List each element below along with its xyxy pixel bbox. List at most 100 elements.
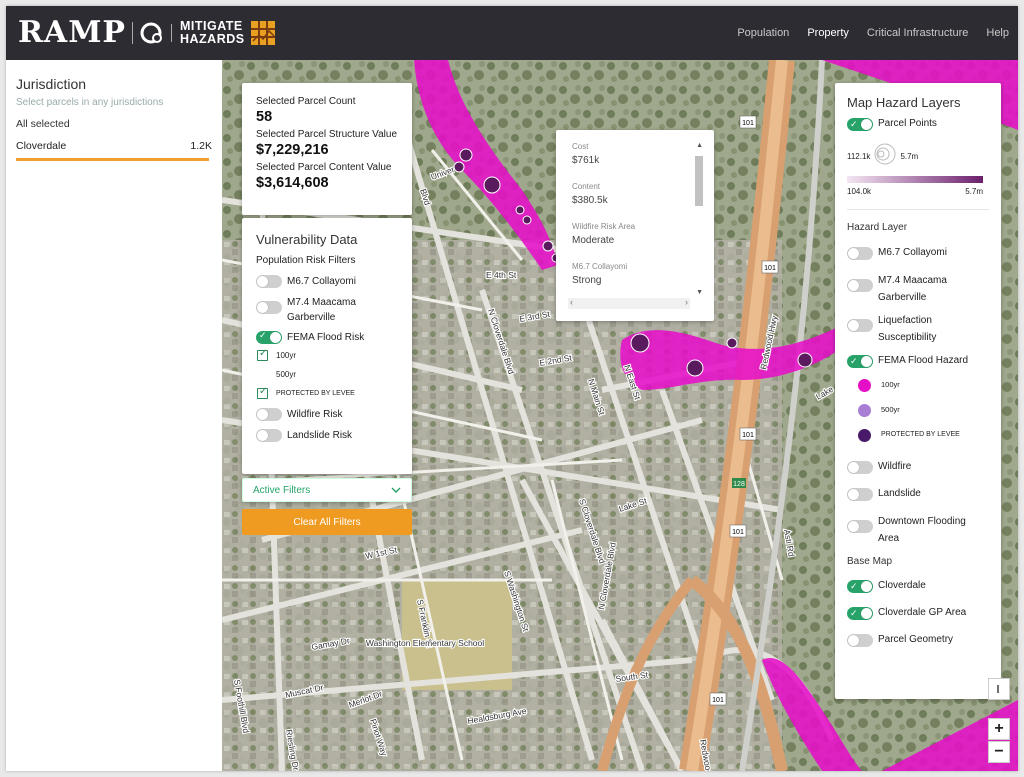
filter-wildfire[interactable]: Wildfire Risk — [256, 408, 398, 421]
nav-critical-infrastructure[interactable]: Critical Infrastructure — [867, 27, 968, 39]
population-risk-filters-label: Population Risk Filters — [256, 255, 356, 266]
scroll-down-icon[interactable]: ▼ — [696, 289, 703, 296]
parcel-point[interactable] — [483, 176, 501, 194]
layer-wildfire[interactable]: Wildfire — [847, 460, 989, 474]
parcel-point[interactable] — [542, 240, 554, 252]
fema-toggle[interactable] — [256, 330, 282, 344]
ramp-logo-text: RAMP — [18, 15, 126, 50]
all-selected-label[interactable]: All selected — [16, 118, 212, 130]
parcel-point[interactable] — [459, 148, 473, 162]
layer-liquefaction[interactable]: Liquefaction Susceptibility — [847, 312, 989, 346]
popup-label: M6.7 Collayomi — [572, 262, 628, 271]
popup-field-m67: M6.7 Collayomi Strong — [572, 262, 698, 286]
popup-label: Cost — [572, 142, 589, 151]
structure-value-label: Selected Parcel Structure Value — [256, 129, 398, 140]
layer-downtown-flooding[interactable]: Downtown Flooding Area — [847, 513, 989, 547]
m67-layer-label: M6.7 Collayomi — [878, 247, 947, 258]
legend-levee: PROTECTED BY LEVEE — [847, 428, 989, 442]
500yr-checkbox[interactable] — [257, 369, 268, 380]
jurisdiction-item-cloverdale[interactable]: Cloverdale 1.2K — [16, 140, 212, 152]
filter-500yr[interactable]: 500yr — [256, 369, 398, 380]
parcel-point[interactable] — [453, 161, 465, 173]
m74-line2: Garberville — [878, 292, 927, 303]
layer-landslide[interactable]: Landslide — [847, 487, 989, 501]
filter-levee[interactable]: PROTECTED BY LEVEE — [256, 386, 398, 399]
filter-fema[interactable]: FEMA Flood Risk — [256, 330, 398, 344]
parcel-point[interactable] — [522, 215, 532, 225]
parcel-point[interactable] — [515, 205, 525, 215]
parcel-point[interactable] — [726, 337, 738, 349]
m67-layer-toggle[interactable] — [847, 246, 873, 260]
active-filters-dropdown[interactable]: Active Filters — [242, 478, 412, 502]
scroll-left-icon[interactable]: ‹ — [570, 297, 573, 307]
wildfire-toggle[interactable] — [256, 408, 282, 421]
100yr-checkbox[interactable] — [257, 348, 268, 361]
parcel-points-toggle[interactable] — [847, 117, 873, 131]
zoom-out-button[interactable]: − — [988, 741, 1010, 763]
parcel-info-popup: Cost $761k Content $380.5k Wildfire Risk… — [556, 130, 714, 321]
layer-cloverdale-gp[interactable]: Cloverdale GP Area — [847, 606, 989, 620]
jurisdiction-sidebar: Jurisdiction Select parcels in any juris… — [6, 60, 222, 771]
landslide-toggle[interactable] — [256, 429, 282, 442]
nav-population[interactable]: Population — [737, 27, 789, 39]
logo-divider — [131, 22, 133, 44]
levee-checkbox[interactable] — [257, 386, 268, 399]
filter-landslide[interactable]: Landslide Risk — [256, 429, 398, 442]
zoom-in-button[interactable]: + — [988, 718, 1010, 740]
layer-cloverdale[interactable]: Cloverdale — [847, 579, 989, 593]
fema-flood-label: FEMA Flood Hazard — [878, 355, 969, 366]
product-name: MITIGATE HAZARDS — [180, 20, 245, 46]
parcel-point[interactable] — [797, 352, 813, 368]
parcel-geometry-toggle[interactable] — [847, 633, 873, 647]
main-nav: Population Property Critical Infrastruct… — [728, 6, 1018, 60]
parcel-point-selected[interactable] — [630, 333, 650, 353]
fema-flood-toggle[interactable] — [847, 354, 873, 368]
scroll-right-icon[interactable]: › — [685, 297, 688, 307]
popup-vertical-scrollbar[interactable]: ▲ ▼ — [694, 142, 704, 296]
filter-m74[interactable]: M7.4 Maacama Garberville — [256, 295, 398, 325]
clear-all-filters-button[interactable]: Clear All Filters — [242, 509, 412, 535]
brand-logo[interactable]: RAMP MITIGATE HAZARDS — [18, 15, 276, 51]
jurisdiction-item-count: 1.2K — [190, 140, 212, 152]
product-name-line2: HAZARDS — [179, 32, 245, 46]
filter-100yr[interactable]: 100yr — [256, 348, 398, 361]
legend-500yr: 500yr — [847, 403, 989, 417]
layer-parcel-geometry[interactable]: Parcel Geometry — [847, 633, 989, 647]
cloverdale-gp-toggle[interactable] — [847, 606, 873, 620]
parcel-point[interactable] — [686, 359, 704, 377]
chevron-down-icon — [391, 485, 401, 496]
m67-toggle[interactable] — [256, 275, 282, 288]
landslide-layer-toggle[interactable] — [847, 487, 873, 501]
levee-swatch — [858, 428, 871, 442]
route-101-shield-label: 101 — [712, 697, 724, 704]
legend-100yr: 100yr — [847, 378, 989, 392]
layer-m74[interactable]: M7.4 Maacama Garberville — [847, 272, 989, 306]
downtown-flooding-toggle[interactable] — [847, 520, 873, 533]
popup-value: $380.5k — [572, 195, 608, 206]
m74-toggle[interactable] — [256, 301, 282, 314]
layer-parcel-points[interactable]: Parcel Points — [847, 117, 989, 131]
liq-line1: Liquefaction — [878, 315, 932, 326]
layer-m67[interactable]: M6.7 Collayomi — [847, 246, 989, 260]
flood-100yr-swatch — [858, 378, 871, 392]
nav-property[interactable]: Property — [807, 27, 849, 39]
popup-field-content: Content $380.5k — [572, 182, 698, 206]
product-name-line1: MITIGATE — [179, 19, 243, 33]
liquefaction-label: Liquefaction Susceptibility — [878, 312, 936, 346]
nav-help[interactable]: Help — [986, 27, 1009, 39]
scroll-up-icon[interactable]: ▲ — [696, 142, 703, 149]
panel-collapse-button[interactable] — [988, 678, 1010, 700]
parcel-geometry-label: Parcel Geometry — [878, 634, 954, 645]
landslide-layer-label: Landslide — [878, 488, 921, 499]
value-gradient-bar — [847, 176, 983, 183]
parcel-count-value: 58 — [256, 109, 273, 125]
popup-scroll-thumb[interactable] — [695, 156, 703, 206]
popup-horizontal-scrollbar[interactable]: ‹ › — [568, 297, 690, 309]
liquefaction-toggle[interactable] — [847, 319, 873, 332]
cloverdale-toggle[interactable] — [847, 579, 873, 593]
m67-label: M6.7 Collayomi — [287, 276, 356, 287]
filter-m67[interactable]: M6.7 Collayomi — [256, 275, 398, 288]
m74-layer-toggle[interactable] — [847, 279, 873, 292]
wildfire-layer-toggle[interactable] — [847, 460, 873, 474]
layer-fema-flood[interactable]: FEMA Flood Hazard — [847, 354, 989, 368]
